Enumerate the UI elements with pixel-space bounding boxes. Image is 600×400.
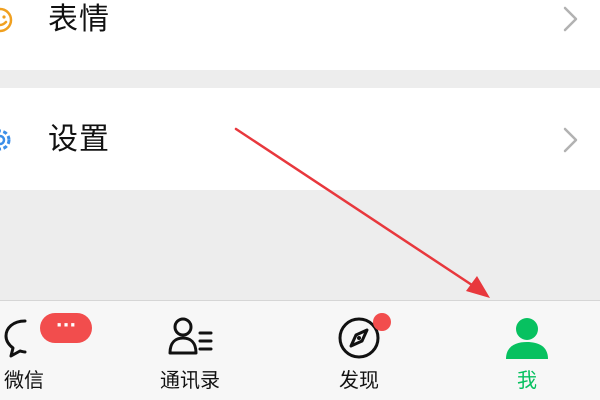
- gear-icon: [0, 129, 11, 151]
- unread-badge: ···: [40, 313, 92, 343]
- new-content-dot: [373, 313, 391, 331]
- bottom-tab-bar: ··· 微信 通讯录 发现 我: [0, 300, 600, 400]
- tab-contacts-label: 通讯录: [160, 368, 220, 392]
- menu-item-emoji-label: 表情: [48, 2, 110, 37]
- tab-chats-label: 微信: [4, 368, 44, 392]
- person-icon: [506, 318, 548, 359]
- contacts-icon: [168, 317, 213, 355]
- tab-me[interactable]: 我: [450, 301, 600, 400]
- tab-discover-label: 发现: [339, 368, 379, 392]
- tab-chats[interactable]: ··· 微信: [0, 301, 150, 400]
- chevron-right-icon: [563, 6, 578, 32]
- menu-item-emoji[interactable]: 表情: [0, 0, 600, 70]
- tab-me-label: 我: [517, 368, 537, 392]
- smiley-icon: [0, 7, 13, 33]
- menu-item-settings-label: 设置: [48, 122, 110, 157]
- chevron-right-icon: [563, 127, 578, 153]
- menu-item-settings[interactable]: 设置: [0, 88, 600, 190]
- tab-contacts[interactable]: 通讯录: [150, 301, 300, 400]
